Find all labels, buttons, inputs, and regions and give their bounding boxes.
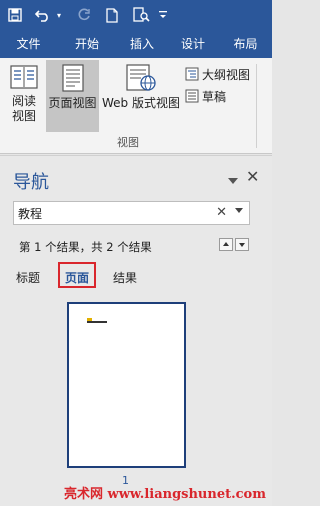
previous-result-button[interactable] bbox=[219, 238, 233, 251]
print-layout-icon bbox=[61, 64, 84, 92]
ribbon: 阅读 视图 页面视图 Web 版式视图 大纲视图 草稿 视图 bbox=[0, 58, 272, 154]
clear-search-icon[interactable]: ✕ bbox=[216, 205, 227, 220]
arrow-down-icon bbox=[239, 243, 245, 247]
customize-icon[interactable] bbox=[156, 3, 170, 27]
draft-view-button[interactable]: 草稿 bbox=[185, 86, 226, 106]
tab-layout[interactable]: 布局 bbox=[219, 30, 272, 58]
group-separator bbox=[256, 64, 257, 148]
ribbon-tabs: 文件 开始 插入 设计 布局 bbox=[0, 30, 272, 58]
tab-headings[interactable]: 标题 bbox=[13, 268, 43, 288]
outline-icon bbox=[185, 67, 199, 81]
next-result-button[interactable] bbox=[235, 238, 249, 251]
thumbnail-text-line bbox=[87, 321, 107, 323]
print-layout-button[interactable]: 页面视图 bbox=[46, 60, 99, 132]
web-layout-icon bbox=[126, 64, 156, 91]
nav-pane-title: 导航 bbox=[13, 172, 49, 193]
pane-options-icon[interactable] bbox=[228, 173, 238, 189]
print-layout-label: 页面视图 bbox=[48, 96, 97, 110]
save-icon[interactable] bbox=[4, 3, 26, 27]
print-preview-icon[interactable] bbox=[130, 3, 152, 27]
tab-home[interactable]: 开始 bbox=[57, 30, 117, 58]
tab-insert[interactable]: 插入 bbox=[117, 30, 167, 58]
undo-icon[interactable] bbox=[33, 3, 53, 27]
web-layout-button[interactable]: Web 版式视图 bbox=[100, 60, 182, 132]
redo-icon[interactable] bbox=[74, 3, 94, 27]
draft-icon bbox=[185, 89, 199, 103]
search-options-icon[interactable] bbox=[235, 208, 243, 213]
outline-view-button[interactable]: 大纲视图 bbox=[185, 64, 250, 84]
search-input[interactable] bbox=[18, 204, 208, 222]
undo-dropdown-icon[interactable]: ▾ bbox=[54, 3, 64, 27]
draft-view-label: 草稿 bbox=[202, 89, 227, 104]
new-document-icon[interactable] bbox=[103, 3, 121, 27]
read-mode-label: 阅读 视图 bbox=[11, 94, 36, 123]
tab-results[interactable]: 结果 bbox=[110, 268, 140, 288]
close-icon[interactable]: ✕ bbox=[246, 167, 259, 186]
search-box[interactable]: ✕ bbox=[13, 201, 250, 225]
tab-design[interactable]: 设计 bbox=[167, 30, 219, 58]
watermark: 亮术网 www.liangshunet.com bbox=[64, 487, 266, 502]
web-layout-label: Web 版式视图 bbox=[102, 96, 180, 110]
tab-file[interactable]: 文件 bbox=[0, 30, 57, 58]
quick-access-toolbar: ▾ bbox=[0, 0, 272, 30]
read-mode-button[interactable]: 阅读 视图 bbox=[4, 60, 44, 132]
read-mode-icon bbox=[10, 65, 38, 89]
navigation-pane: 导航 ✕ ✕ 第 1 个结果，共 2 个结果 标题 页面 结果 1 亮术网 ww… bbox=[0, 155, 272, 506]
arrow-up-icon bbox=[223, 242, 229, 246]
outline-view-label: 大纲视图 bbox=[202, 67, 251, 82]
active-tab-highlight bbox=[58, 262, 96, 288]
search-result-count: 第 1 个结果，共 2 个结果 bbox=[19, 240, 152, 254]
views-group-label: 视图 bbox=[117, 136, 139, 149]
page-thumbnail[interactable] bbox=[67, 302, 186, 468]
